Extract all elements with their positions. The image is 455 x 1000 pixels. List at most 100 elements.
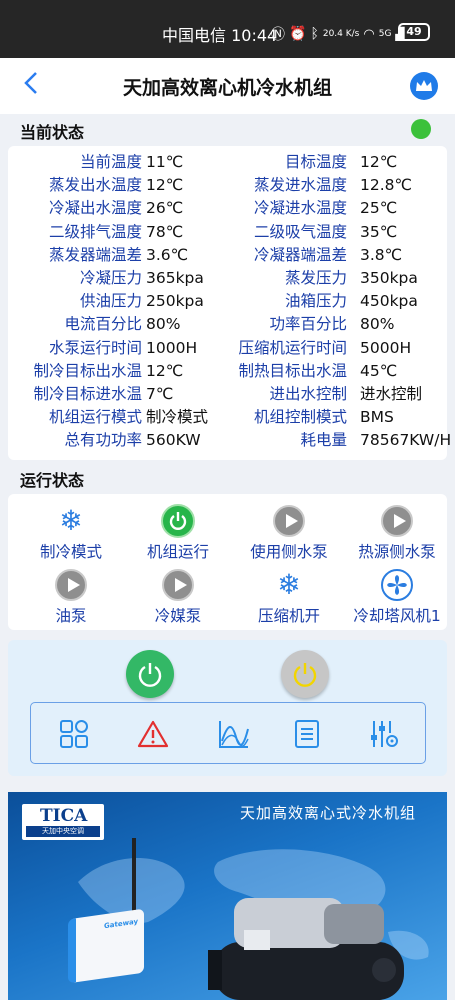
network-speed: 20.4 K/s	[322, 29, 360, 39]
grid-menu-button[interactable]	[57, 717, 91, 751]
play-icon	[162, 569, 194, 601]
run-status-label: 冷媒泵	[154, 607, 202, 625]
run-status-item: 油泵	[16, 568, 126, 626]
current-status-title: 当前状态	[20, 123, 85, 142]
run-status-item: 热源侧水泵	[342, 504, 452, 562]
parameter-value: 1000H	[146, 338, 198, 357]
run-status-label: 机组运行	[146, 543, 209, 561]
power-off-button[interactable]	[281, 650, 329, 698]
records-button[interactable]	[290, 717, 324, 751]
banner-headline: 天加高效离心式冷水机组	[240, 804, 417, 822]
parameter-value: 78567KW/H	[360, 431, 452, 450]
parameter-value: 35℃	[360, 222, 398, 241]
chiller-unit-graphic	[208, 898, 404, 1000]
trend-chart-button[interactable]	[217, 717, 251, 751]
online-status-indicator	[411, 119, 431, 139]
parameter-label: 压缩机运行时间	[238, 338, 347, 357]
parameter-label: 机组运行模式	[48, 408, 142, 427]
parameter-label: 水泵运行时间	[48, 338, 142, 357]
parameter-label: 蒸发压力	[284, 269, 347, 287]
settings-button[interactable]	[367, 717, 401, 751]
control-panel	[8, 640, 447, 776]
parameter-row: 冷凝压力 365kpa 蒸发压力 350kpa	[8, 267, 447, 290]
parameter-label: 供油压力	[79, 292, 142, 311]
parameter-value: 12.8℃	[360, 176, 412, 195]
parameter-row: 蒸发出水温度 12℃ 蒸发进水温度 12.8℃	[8, 174, 447, 197]
wifi-icon: ◠	[363, 26, 375, 42]
parameter-label: 冷凝进水温度	[253, 199, 347, 218]
logo-subtitle: 天加中央空调	[26, 826, 100, 837]
grid-icon	[60, 720, 88, 748]
parameter-value: 25℃	[360, 199, 398, 218]
parameter-row: 制冷目标出水温 12℃ 制热目标出水温 45℃	[8, 360, 447, 383]
run-status-label: 使用侧水泵	[250, 543, 328, 561]
power-on-button[interactable]	[126, 650, 174, 698]
list-icon	[295, 720, 319, 748]
logo-text: TICA	[40, 806, 88, 826]
carrier-and-time: 中国电信 10:44	[162, 26, 278, 45]
alarm-button[interactable]	[136, 717, 170, 751]
parameter-label: 油箱压力	[284, 292, 347, 311]
page-title: 天加高效离心机冷水机组	[122, 77, 332, 99]
parameter-row: 电流百分比 80% 功率百分比 80%	[8, 313, 447, 336]
parameter-row: 二级排气温度 78℃ 二级吸气温度 35℃	[8, 221, 447, 244]
play-icon	[55, 569, 87, 601]
product-banner: TICA 天加中央空调 天加高效离心式冷水机组 Gateway	[8, 792, 447, 1000]
parameter-value: 12℃	[360, 153, 398, 171]
parameter-row: 水泵运行时间 1000H 压缩机运行时间 5000H	[8, 337, 447, 360]
system-status-bar: 中国电信 10:44 Ⓝ ⏰ ᛒ 20.4 K/s ◠ 5G ▟ 49	[0, 0, 455, 58]
settings-sliders-icon	[371, 721, 398, 747]
parameter-label: 蒸发进水温度	[253, 176, 347, 195]
parameter-value: 350kpa	[360, 269, 418, 287]
battery-indicator: 49	[398, 23, 430, 41]
parameter-row: 当前温度 11℃ 目标温度 12℃	[8, 151, 447, 174]
gateway-device-graphic: Gateway	[68, 908, 144, 984]
run-status-label: 制冷模式	[39, 543, 102, 561]
parameter-label: 冷凝器端温差	[253, 245, 347, 264]
parameter-value: 365kpa	[146, 269, 204, 287]
parameter-value: 12℃	[146, 361, 184, 380]
alarm-clock-icon: ⏰	[289, 26, 307, 42]
parameter-label: 当前温度	[79, 153, 142, 171]
nfc-icon: Ⓝ	[271, 27, 285, 43]
parameter-row: 蒸发器端温差 3.6℃ 冷凝器端温差 3.8℃	[8, 244, 447, 267]
parameter-label: 机组控制模式	[253, 408, 347, 427]
parameter-value: 250kpa	[146, 292, 204, 311]
parameter-value: 3.6℃	[146, 245, 189, 264]
parameter-label: 二级排气温度	[48, 222, 142, 241]
parameter-value: 5000H	[360, 338, 412, 357]
parameter-label: 冷凝出水温度	[48, 199, 142, 218]
parameter-label: 制热目标出水温	[238, 361, 347, 380]
parameter-label: 蒸发出水温度	[48, 176, 142, 195]
parameter-label: 制冷目标进水温	[33, 385, 142, 403]
power-icon	[138, 663, 162, 687]
warning-icon	[137, 720, 169, 748]
chart-icon	[219, 721, 249, 748]
gateway-label: Gateway	[104, 917, 139, 931]
vip-crown-button[interactable]	[410, 72, 438, 100]
parameter-label: 制冷目标出水温	[33, 361, 142, 380]
play-icon	[273, 505, 305, 537]
run-status-item: 使用侧水泵	[234, 504, 344, 562]
run-status-item: ❄ 压缩机开	[234, 568, 344, 626]
fan-icon	[381, 569, 413, 601]
parameter-label: 进出水控制	[269, 385, 347, 403]
function-toolbar	[30, 702, 426, 764]
parameter-label: 功率百分比	[269, 315, 347, 334]
network-type: 5G	[378, 29, 392, 39]
snowflake-icon: ❄	[277, 568, 301, 601]
parameter-row: 供油压力 250kpa 油箱压力 450kpa	[8, 290, 447, 313]
power-on-icon	[161, 504, 195, 538]
parameter-label: 二级吸气温度	[253, 222, 347, 241]
parameter-value: 7℃	[146, 385, 174, 403]
parameters-panel: 当前温度 11℃ 目标温度 12℃ 蒸发出水温度 12℃ 蒸发进水温度 12.8℃ 冷凝出水温度…	[8, 146, 451, 460]
parameter-row: 机组运行模式 制冷模式 机组控制模式 BMS	[8, 406, 447, 429]
run-status-label: 热源侧水泵	[358, 543, 436, 561]
parameter-value: 12℃	[146, 176, 184, 195]
run-status-item: 机组运行	[123, 504, 233, 562]
parameter-value: 80%	[146, 315, 181, 334]
run-status-item: 冷媒泵	[123, 568, 233, 626]
tica-logo: TICA 天加中央空调	[22, 804, 104, 840]
parameter-value: 11℃	[146, 153, 184, 171]
run-status-label: 冷却塔风机1	[353, 607, 441, 625]
